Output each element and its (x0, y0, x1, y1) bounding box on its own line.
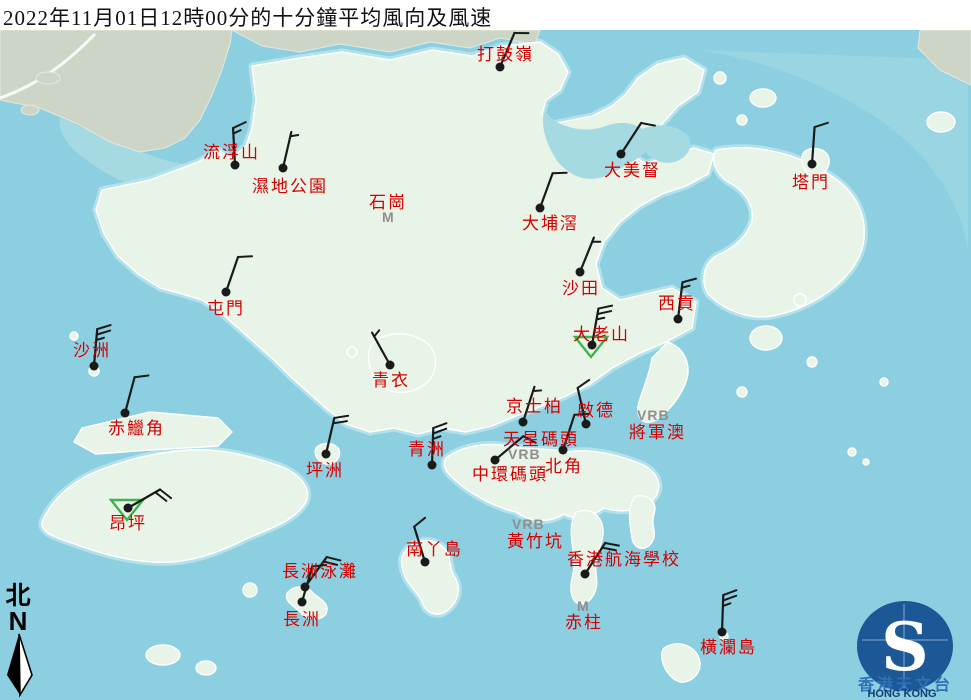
station-dot-sha-tin (576, 268, 585, 277)
station-dot-tates-cairn (588, 341, 597, 350)
wind-map-screen: S 2022年11月01日12時00分的十分鐘平均風向及風速 打鼓嶺流浮山濕地公… (0, 0, 971, 700)
station-dot-lau-fau-shan (231, 161, 240, 170)
station-dot-ngong-ping (124, 504, 133, 513)
station-dot-kings-park (519, 418, 528, 427)
station-dot-sai-kung (674, 315, 683, 324)
station-dot-waglan-island (718, 628, 727, 637)
station-dot-tai-mei-tuk (617, 150, 626, 159)
station-dot-tsing-yi (386, 361, 395, 370)
compass-north: 北 N (1, 585, 35, 633)
wind-barb-half-kings-park (533, 390, 541, 391)
hko-name-english: HONG KONG OBSERVATORY (833, 688, 971, 700)
station-dot-tuen-mun (222, 288, 231, 297)
station-dot-green-island (428, 461, 437, 470)
station-dot-tap-mun (808, 160, 817, 169)
station-dot-chek-lap-kok (121, 409, 130, 418)
station-dot-sha-chau (90, 362, 99, 371)
station-dot-north-point (559, 446, 568, 455)
station-dot-kai-tak (582, 420, 591, 429)
wind-barb-full-tuen-mun (238, 256, 252, 257)
compass-north-letter: N (1, 609, 35, 634)
station-dot-wetland-park (279, 164, 288, 173)
station-dot-cheung-chau (298, 598, 307, 607)
station-dot-lamma-island (421, 558, 430, 567)
wind-barb-full-north-point (574, 414, 588, 415)
station-dot-ta-kwu-ling (496, 63, 505, 72)
station-dot-central-pier (491, 456, 500, 465)
hong-kong-map: S (0, 0, 971, 700)
map-title-bar: 2022年11月01日12時00分的十分鐘平均風向及風速 (0, 0, 971, 30)
station-dot-peng-chau (322, 450, 331, 459)
wind-barb-half-wetland-park (290, 135, 298, 136)
station-dot-hk-sea-school (581, 570, 590, 579)
shek-o-peninsula (630, 496, 655, 549)
station-dot-tai-po-kau (536, 204, 545, 213)
map-title: 2022年11月01日12時00分的十分鐘平均風向及風速 (0, 0, 492, 32)
